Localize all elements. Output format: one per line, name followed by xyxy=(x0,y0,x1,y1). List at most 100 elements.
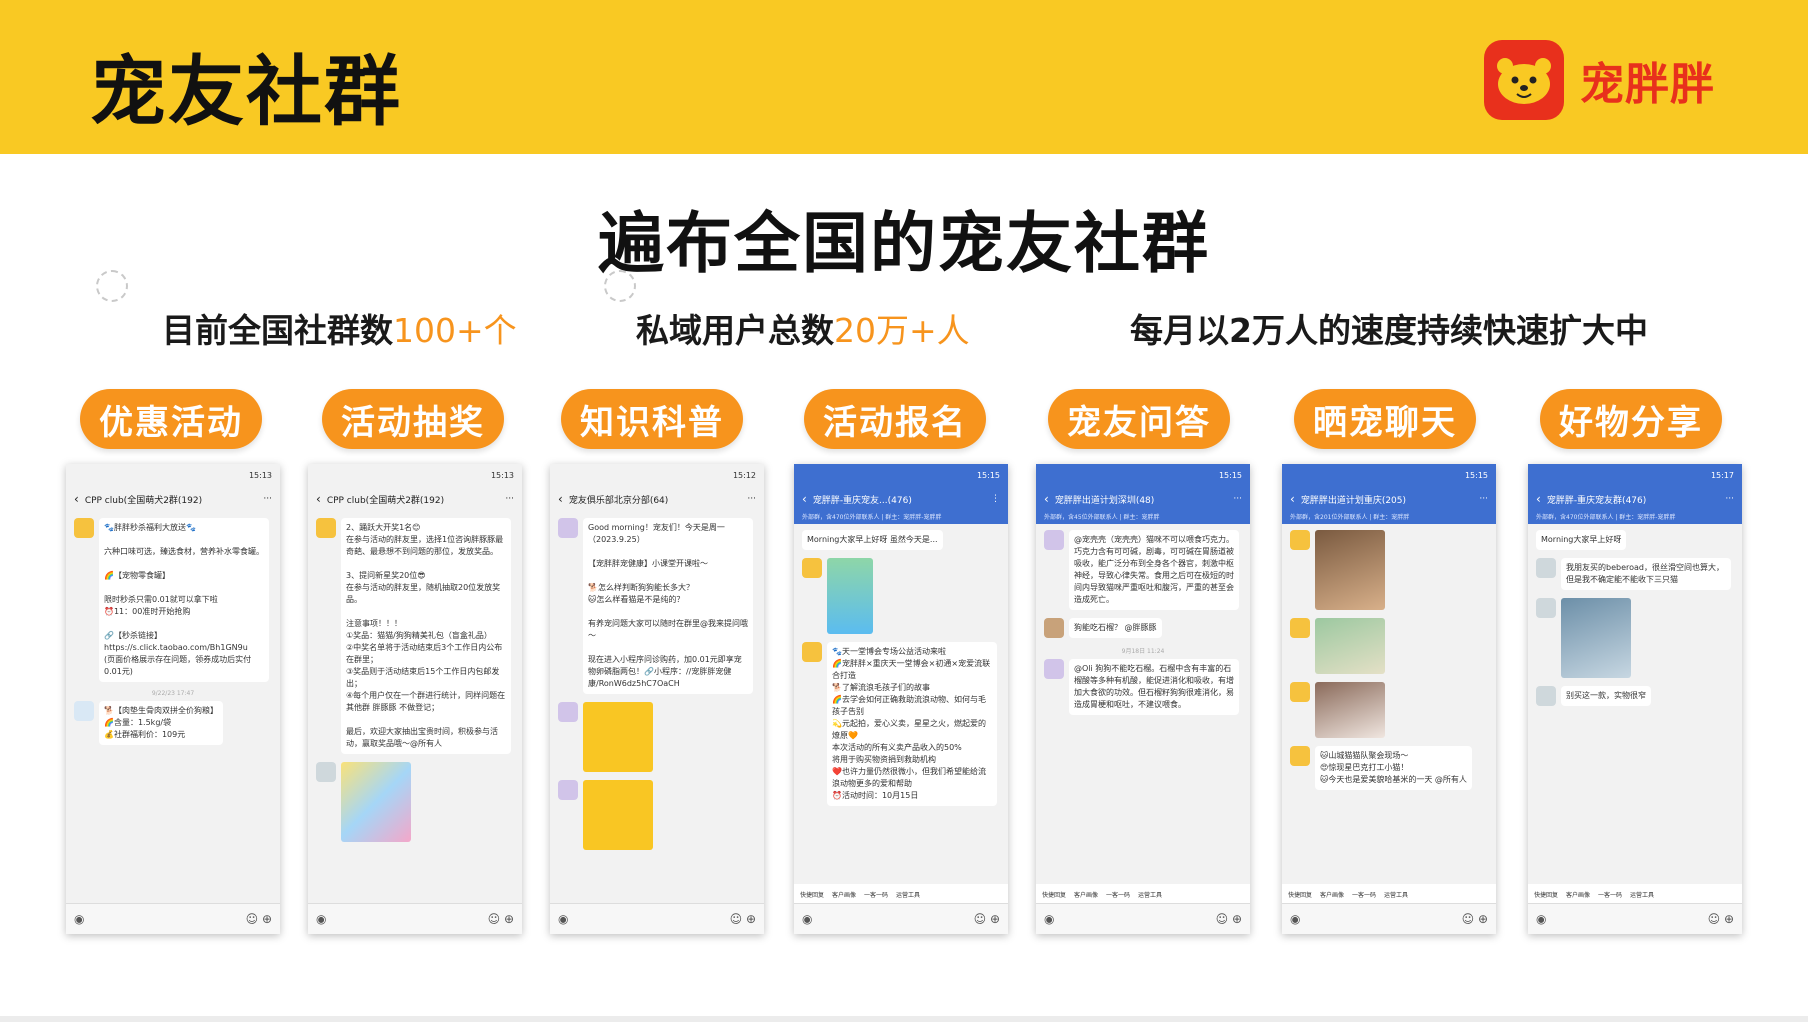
chat-screenshot-knowledge: 15:12 ‹ 宠友俱乐部北京分部(64) ··· Good morning！宠… xyxy=(550,464,764,934)
message-bubble: 🐕【肉垫生骨肉双拼全价狗粮】 🌈含量：1.5kg/袋 💰社群福利价：109元 xyxy=(99,701,223,745)
chat-message xyxy=(1290,618,1488,674)
back-arrow-icon: ‹ xyxy=(1044,492,1049,506)
category-pill-knowledge: 知识科普 xyxy=(561,389,743,449)
quick-action[interactable]: 客户画像 xyxy=(832,890,856,899)
plus-icon: ⊕ xyxy=(503,912,514,926)
chat-nav: ‹ 宠友俱乐部北京分部(64) ··· xyxy=(550,486,764,512)
back-arrow-icon: ‹ xyxy=(74,492,79,506)
chat-input-bar: ◉ ☺ ⊕ xyxy=(1282,903,1496,934)
status-time: 15:15 xyxy=(1218,470,1242,480)
quick-action[interactable]: 快捷回复 xyxy=(1288,890,1312,899)
voice-icon: ◉ xyxy=(316,912,327,926)
quick-actions: 快捷回复 客户画像 一客一码 运营工具 xyxy=(1282,884,1496,904)
status-time: 15:15 xyxy=(976,470,1000,480)
decorative-circle-icon xyxy=(96,270,128,302)
headline: 遍布全国的宠友社群 xyxy=(598,205,1210,282)
quick-action[interactable]: 一客一码 xyxy=(1106,890,1130,899)
avatar xyxy=(1044,659,1064,679)
stat-label: 目前全国社群数 xyxy=(162,311,393,350)
chat-message: Good morning！宠友们！今天是周一（2023.9.25） 【宠胖胖宠健… xyxy=(558,518,756,694)
more-icon: ⋮ xyxy=(991,494,1000,504)
status-bar: 15:17 xyxy=(1528,464,1742,486)
back-arrow-icon: ‹ xyxy=(1536,492,1541,506)
message-bubble: @Oli 狗狗不能吃石榴。石榴中含有丰富的石榴酸等多种有机酸，能促进消化和吸收，… xyxy=(1069,659,1239,715)
chat-message: @Oli 狗狗不能吃石榴。石榴中含有丰富的石榴酸等多种有机酸，能促进消化和吸收，… xyxy=(1044,659,1242,715)
chat-message xyxy=(802,558,1000,634)
decorative-circle-icon xyxy=(604,270,636,302)
quick-action[interactable]: 客户画像 xyxy=(1320,890,1344,899)
quick-action[interactable]: 客户画像 xyxy=(1566,890,1590,899)
chat-screenshot-promotions: 15:13 ‹ CPP club(全国萌犬2群(192) ··· 🐾胖胖秒杀福利… xyxy=(66,464,280,934)
chat-message: 我朋友买的beberoad，很丝滑空间也算大，但是我不确定能不能收下三只猫 xyxy=(1536,558,1734,590)
pinned-announcement: Morning大家早上好呀 虽然今天是... xyxy=(802,530,943,550)
plus-icon: ⊕ xyxy=(1723,912,1734,926)
chat-title: 宠胖胖出道计划深圳(48) xyxy=(1054,495,1155,506)
avatar xyxy=(1536,598,1556,618)
message-bubble: Good morning！宠友们！今天是周一（2023.9.25） 【宠胖胖宠健… xyxy=(583,518,753,694)
emoji-icon: ☺ xyxy=(245,912,259,926)
poster-image xyxy=(583,780,653,850)
avatar xyxy=(1290,530,1310,550)
category-pill-promotions: 优惠活动 xyxy=(80,389,262,449)
quick-action[interactable]: 运营工具 xyxy=(896,890,920,899)
quick-action[interactable]: 快捷回复 xyxy=(1042,890,1066,899)
stat-group-count: 目前全国社群数100+个 xyxy=(162,304,517,352)
chat-screenshot-pet-chat: 15:15 ‹ 宠胖胖出道计划重庆(205) ··· 外部群，含201位外部联系… xyxy=(1282,464,1496,934)
avatar xyxy=(802,642,822,662)
message-bubble: @宠壳壳（宠壳壳）猫咪不可以喂食巧克力。巧克力含有可可碱，剧毒，可可碱在胃肠道被… xyxy=(1069,530,1239,610)
quick-action[interactable]: 运营工具 xyxy=(1138,890,1162,899)
avatar xyxy=(316,518,336,538)
poster-image xyxy=(583,702,653,772)
stat-label: 每月以2万人的速度持续快速扩大中 xyxy=(1130,311,1648,350)
category-pill-pet-chat: 晒宠聊天 xyxy=(1294,389,1476,449)
avatar xyxy=(74,701,94,721)
quick-action[interactable]: 运营工具 xyxy=(1630,890,1654,899)
chat-message xyxy=(316,762,514,842)
chat-nav: ‹ CPP club(全国萌犬2群(192) ··· xyxy=(66,486,280,512)
category-pill-sharing: 好物分享 xyxy=(1540,389,1722,449)
avatar xyxy=(1290,682,1310,702)
more-icon: ··· xyxy=(1725,494,1734,504)
chat-input-bar: ◉ ☺ ⊕ xyxy=(66,903,280,934)
chat-nav: ‹ CPP club(全国萌犬2群(192) ··· xyxy=(308,486,522,512)
chat-message: 🐕【肉垫生骨肉双拼全价狗粮】 🌈含量：1.5kg/袋 💰社群福利价：109元 xyxy=(74,701,272,745)
quick-action[interactable]: 快捷回复 xyxy=(800,890,824,899)
chat-screenshot-sharing: 15:17 ‹ 宠胖胖-重庆宠友群(476) ··· 外部群，含470位外部联系… xyxy=(1528,464,1742,934)
more-icon: ··· xyxy=(747,494,756,504)
avatar xyxy=(74,518,94,538)
chat-title: 宠友俱乐部北京分部(64) xyxy=(568,495,669,506)
chat-message xyxy=(1290,530,1488,610)
chat-input-bar: ◉ ☺ ⊕ xyxy=(308,903,522,934)
quick-action[interactable]: 一客一码 xyxy=(1598,890,1622,899)
poster-image xyxy=(341,762,411,842)
quick-action[interactable]: 一客一码 xyxy=(1352,890,1376,899)
chat-screenshot-lottery: 15:13 ‹ CPP club(全国萌犬2群(192) ··· 2、踊跃大开奖… xyxy=(308,464,522,934)
plus-icon: ⊕ xyxy=(745,912,756,926)
quick-action[interactable]: 运营工具 xyxy=(1384,890,1408,899)
chat-message: 🐱山城猫猫队聚会现场～ 😍惊现星巴克打工小猫！ 🐱今天也是爱美貌哈基米的一天 @… xyxy=(1290,746,1488,790)
chat-nav: ‹ 宠胖胖出道计划重庆(205) ··· xyxy=(1282,486,1496,512)
quick-action[interactable]: 一客一码 xyxy=(864,890,888,899)
chat-body: 🐾胖胖秒杀福利大放送🐾 六种口味可选，臻选食材，营养补水零食罐。 🌈【宠物零食罐… xyxy=(66,512,280,759)
page-title: 宠友社群 xyxy=(90,47,402,136)
message-bubble: 我朋友买的beberoad，很丝滑空间也算大，但是我不确定能不能收下三只猫 xyxy=(1561,558,1731,590)
status-bar: 15:13 xyxy=(66,464,280,486)
status-time: 15:17 xyxy=(1710,470,1734,480)
pet-photo xyxy=(1315,682,1385,738)
avatar xyxy=(558,518,578,538)
stat-value: 20万+人 xyxy=(834,311,970,350)
quick-action[interactable]: 客户画像 xyxy=(1074,890,1098,899)
chat-screenshot-qa: 15:15 ‹ 宠胖胖出道计划深圳(48) ··· 外部群，含45位外部联系人 … xyxy=(1036,464,1250,934)
message-bubble: 🐾天一堂博会专场公益活动来啦 🌈宠胖胖×重庆天一堂博会×初通×宠爱流联合打造 🐕… xyxy=(827,642,997,806)
chat-nav: ‹ 宠胖胖-重庆宠友群(476) ··· xyxy=(1528,486,1742,512)
status-time: 15:13 xyxy=(490,470,514,480)
voice-icon: ◉ xyxy=(558,912,569,926)
quick-action[interactable]: 快捷回复 xyxy=(1534,890,1558,899)
emoji-icon: ☺ xyxy=(973,912,987,926)
chat-input-bar: ◉ ☺ ⊕ xyxy=(1528,903,1742,934)
message-bubble: 2、踊跃大开奖1名😊 在参与活动的胖友里，选择1位咨询胖豚豚最奇葩、最悬想不到问… xyxy=(341,518,511,754)
more-icon: ··· xyxy=(1233,494,1242,504)
status-time: 15:12 xyxy=(732,470,756,480)
chat-nav: ‹ 宠胖胖-重庆宠友...(476) ⋮ xyxy=(794,486,1008,512)
chat-body: 🐱山城猫猫队聚会现场～ 😍惊现星巴克打工小猫！ 🐱今天也是爱美貌哈基米的一天 @… xyxy=(1282,524,1496,804)
